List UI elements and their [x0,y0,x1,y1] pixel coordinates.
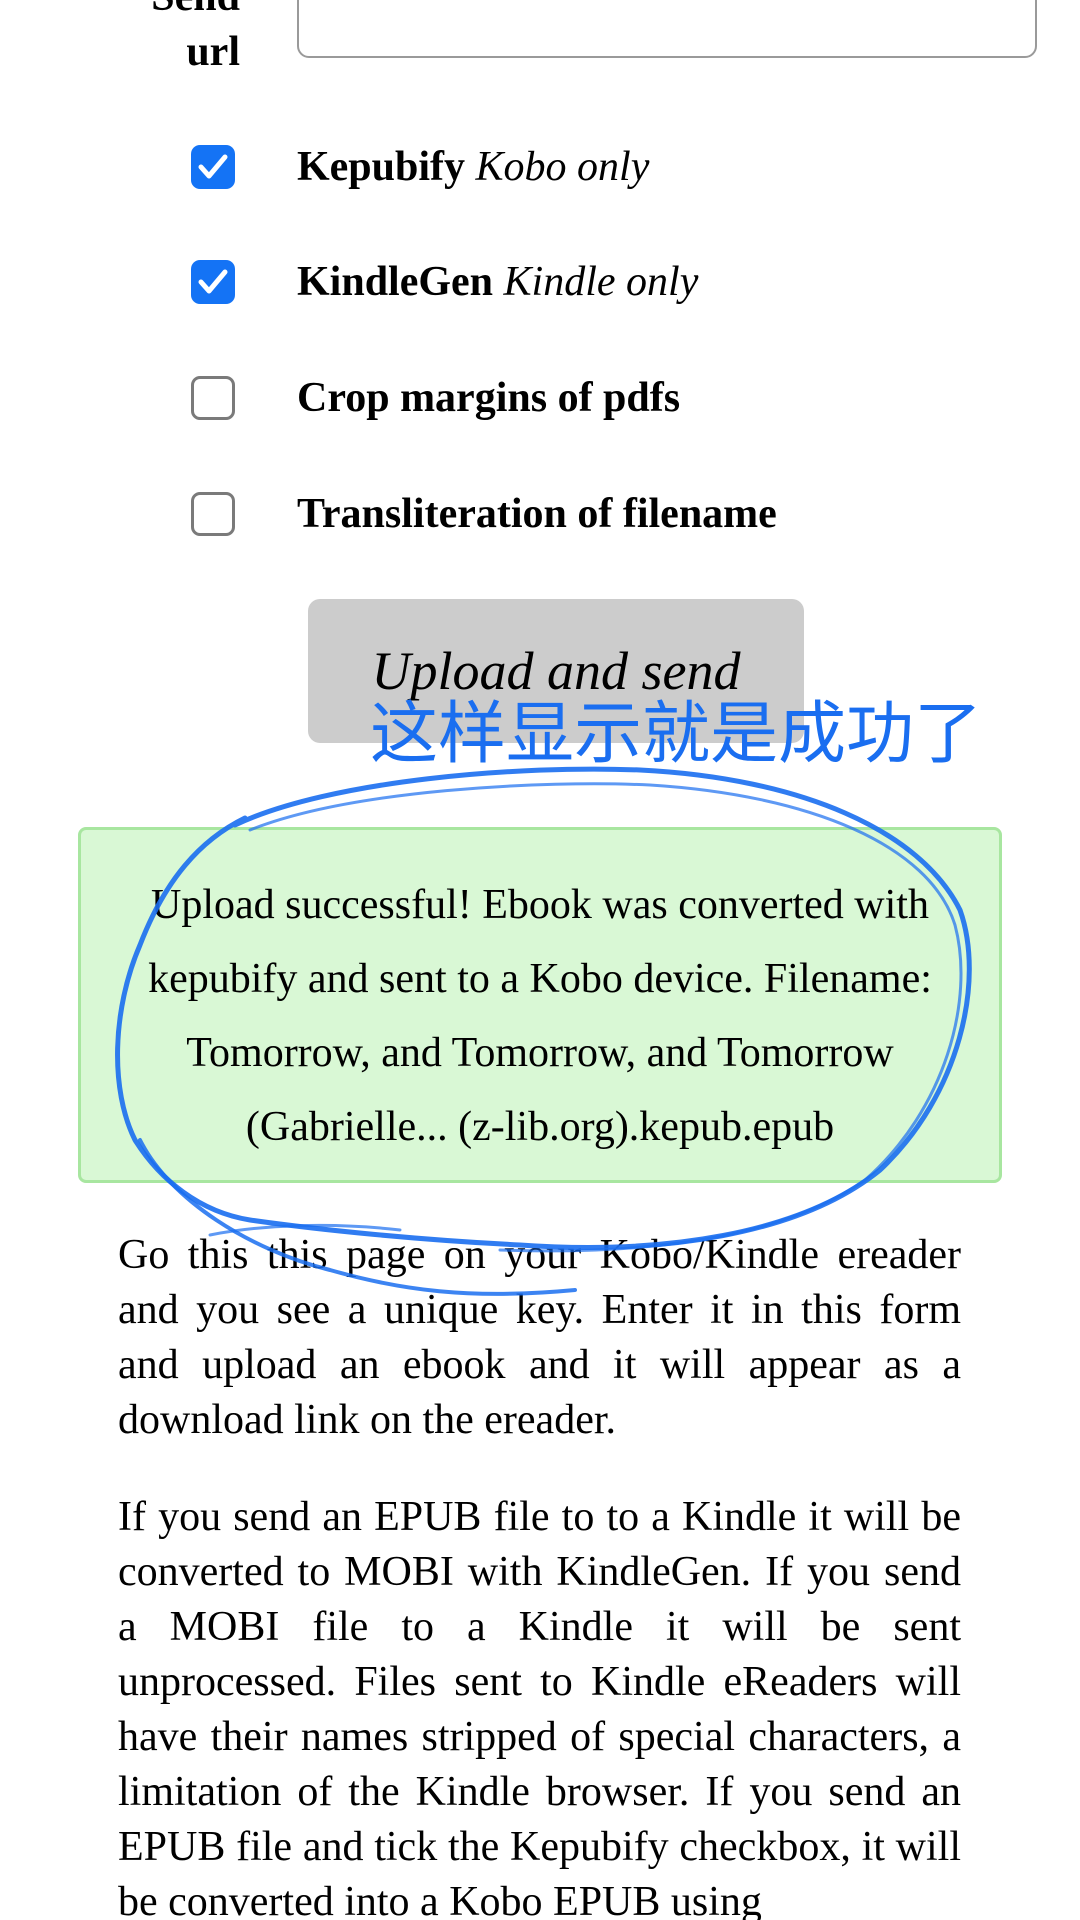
transliteration-name: Transliteration of filename [297,491,777,537]
crop-margins-name: Crop margins of pdfs [297,375,681,421]
kepubify-checkbox[interactable] [191,145,235,189]
checkmark-icon [198,154,228,179]
kepubify-name: Kepubify [297,144,466,190]
checkmark-icon [198,269,228,294]
crop-margins-checkbox[interactable] [191,376,235,420]
kindlegen-name: KindleGen [297,259,494,305]
instructions-paragraph-1: Go this this page on your Kobo/Kindle er… [118,1232,961,1443]
send-url-input[interactable] [297,0,1037,58]
option-kindlegen[interactable]: KindleGen Kindle only [0,252,1080,312]
transliteration-label[interactable]: Transliteration of filename [297,484,777,544]
crop-margins-label[interactable]: Crop margins of pdfs [297,368,680,428]
option-kepubify[interactable]: Kepubify Kobo only [0,137,1080,197]
kepubify-label[interactable]: Kepubify Kobo only [297,137,649,197]
kindlegen-checkbox[interactable] [191,260,235,304]
kepubify-note: Kobo only [475,144,650,190]
send-url-label: Send url [100,0,240,80]
send-url-label-line1: Send [100,0,240,25]
kindlegen-label[interactable]: KindleGen Kindle only [297,252,698,312]
kindlegen-note: Kindle only [503,259,699,305]
annotation-note: 这样显示就是成功了 [370,695,983,774]
send-url-label-line2: url [186,29,240,75]
page: Send url Kepubify Kobo only KindleGen Ki… [0,0,1080,1920]
upload-success-message: Upload successful! Ebook was converted w… [78,827,1002,1183]
transliteration-checkbox[interactable] [191,492,235,536]
option-transliteration[interactable]: Transliteration of filename [0,484,1080,544]
instructions-paragraph-2: If you send an EPUB file to to a Kindle … [118,1494,961,1920]
option-crop-margins[interactable]: Crop margins of pdfs [0,368,1080,428]
